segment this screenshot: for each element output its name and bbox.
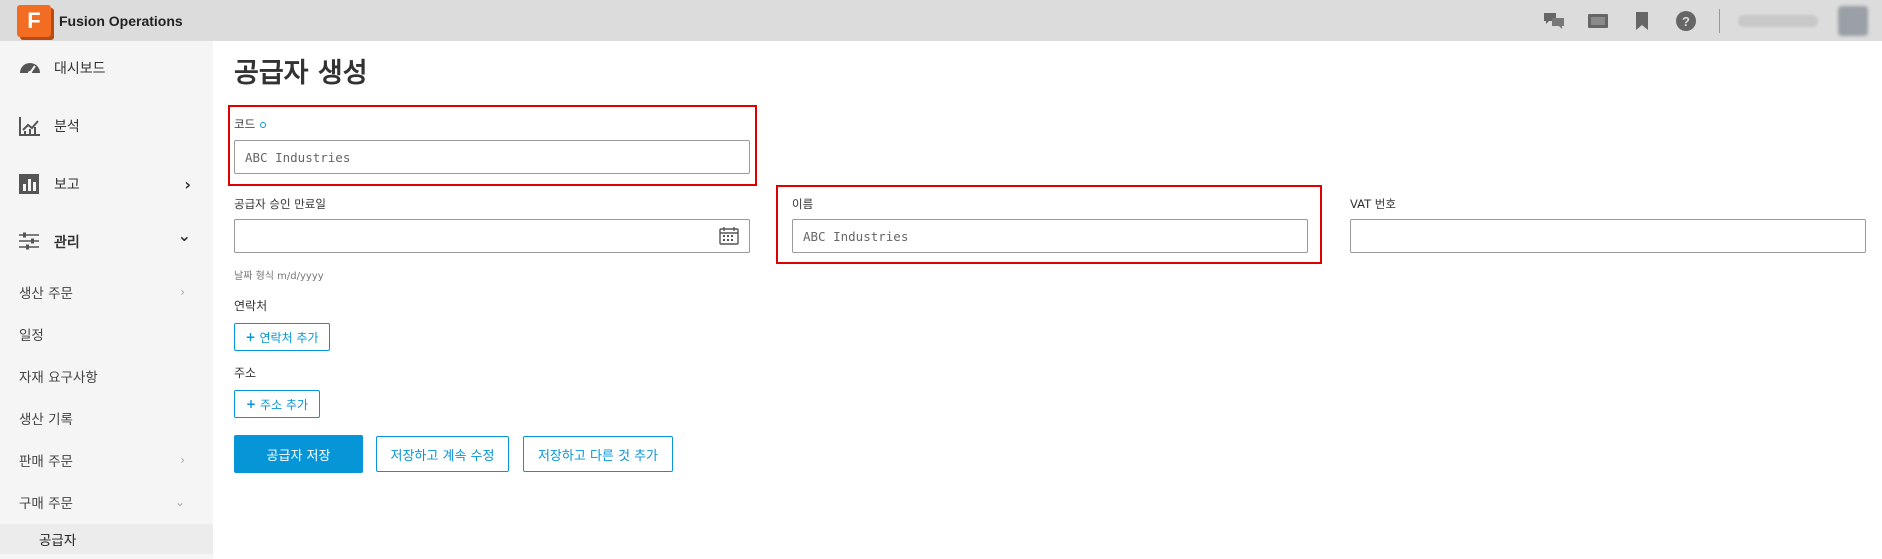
main-content: 공급자 생성 코드 ABC Industries 공급자 승인 만료일 날짜 형… [213, 41, 1882, 559]
user-name-blurred[interactable] [1738, 14, 1818, 27]
name-input[interactable]: ABC Industries [792, 219, 1308, 253]
sidebar-subitem-label: 공급자 [39, 533, 77, 549]
add-contact-label: 연락처 추가 [259, 330, 319, 345]
svg-text:?: ? [1682, 14, 1690, 29]
app-logo[interactable]: F [17, 4, 51, 37]
calendar-icon[interactable] [719, 227, 739, 245]
code-label-text: 코드 [234, 117, 256, 131]
analytics-icon [18, 115, 42, 137]
save-and-add-another-button[interactable]: 저장하고 다른 것 추가 [523, 436, 673, 472]
required-indicator-icon [260, 121, 267, 128]
chevron-right-icon: › [180, 453, 185, 467]
plus-icon: + [245, 330, 256, 344]
media-icon[interactable] [1587, 10, 1609, 32]
code-input[interactable]: ABC Industries [234, 140, 750, 174]
chat-icon[interactable] [1543, 10, 1565, 32]
sidebar-subitem-material-requirements[interactable]: 자재 요구사항 [0, 361, 213, 391]
sidebar-item-label: 분석 [54, 119, 80, 135]
help-icon[interactable]: ? [1675, 10, 1697, 32]
sidebar: 대시보드 분석 보고 › 관리 ⌄ 생산 주문 › 일정 자재 요구사항 생산 … [0, 41, 213, 559]
add-address-label: 주소 추가 [260, 397, 309, 412]
page-title: 공급자 생성 [234, 58, 368, 89]
chevron-down-icon: ⌄ [177, 226, 191, 245]
sidebar-subitem-label: 구매 주문 [19, 496, 73, 512]
sidebar-subitem-label: 일정 [19, 328, 44, 344]
sidebar-item-analytics[interactable]: 분석 [0, 114, 213, 138]
sidebar-subitem-label: 생산 주문 [19, 286, 73, 302]
sidebar-subitem-label: 자재 요구사항 [19, 370, 98, 386]
sidebar-item-reports[interactable]: 보고 › [0, 172, 213, 196]
chevron-right-icon: › [184, 174, 191, 194]
sidebar-item-management[interactable]: 관리 ⌄ [0, 226, 213, 254]
dashboard-icon [18, 57, 42, 79]
bookmark-icon[interactable] [1631, 10, 1653, 32]
vat-label: VAT 번호 [1350, 197, 1396, 211]
sidebar-subitem-purchase-orders[interactable]: 구매 주문 ⌄ [0, 487, 213, 517]
add-contact-button[interactable]: + 연락처 추가 [234, 323, 330, 351]
plus-icon: + [245, 397, 257, 411]
sidebar-item-label: 보고 [54, 177, 80, 193]
chevron-down-icon: ⌄ [174, 495, 185, 509]
add-address-button[interactable]: + 주소 추가 [234, 390, 320, 418]
top-bar: F Fusion Operations ? [0, 0, 1882, 41]
sidebar-subitem-production-records[interactable]: 생산 기록 [0, 403, 213, 433]
sidebar-subitem-label: 생산 기록 [19, 412, 73, 428]
chevron-right-icon: › [180, 285, 185, 299]
approval-expiry-label: 공급자 승인 만료일 [234, 197, 326, 211]
address-label: 주소 [234, 366, 257, 380]
code-label: 코드 [234, 116, 267, 132]
avatar[interactable] [1838, 5, 1868, 36]
app-title[interactable]: Fusion Operations [59, 13, 183, 29]
sidebar-item-dashboard[interactable]: 대시보드 [0, 56, 213, 80]
save-and-continue-button[interactable]: 저장하고 계속 수정 [376, 436, 509, 472]
toolbar-divider [1719, 8, 1720, 33]
report-icon [18, 173, 42, 195]
settings-sliders-icon [18, 231, 42, 253]
sidebar-subitem-label: 판매 주문 [19, 454, 73, 470]
sidebar-subitem-sales-orders[interactable]: 판매 주문 › [0, 445, 213, 475]
sidebar-item-label: 대시보드 [54, 61, 106, 77]
name-label: 이름 [792, 197, 814, 211]
sidebar-item-label: 관리 [54, 235, 80, 251]
save-supplier-button[interactable]: 공급자 저장 [234, 435, 363, 473]
top-toolbar: ? [1543, 0, 1882, 41]
sidebar-subitem-production-orders[interactable]: 생산 주문 › [0, 277, 213, 307]
sidebar-subitem-schedule[interactable]: 일정 [0, 319, 213, 349]
vat-input[interactable] [1350, 219, 1866, 253]
sidebar-subitem-suppliers[interactable]: 공급자 [0, 524, 213, 554]
approval-expiry-input[interactable] [234, 219, 750, 253]
contacts-label: 연락처 [234, 299, 268, 313]
date-format-hint: 날짜 형식 m/d/yyyy [234, 271, 324, 282]
